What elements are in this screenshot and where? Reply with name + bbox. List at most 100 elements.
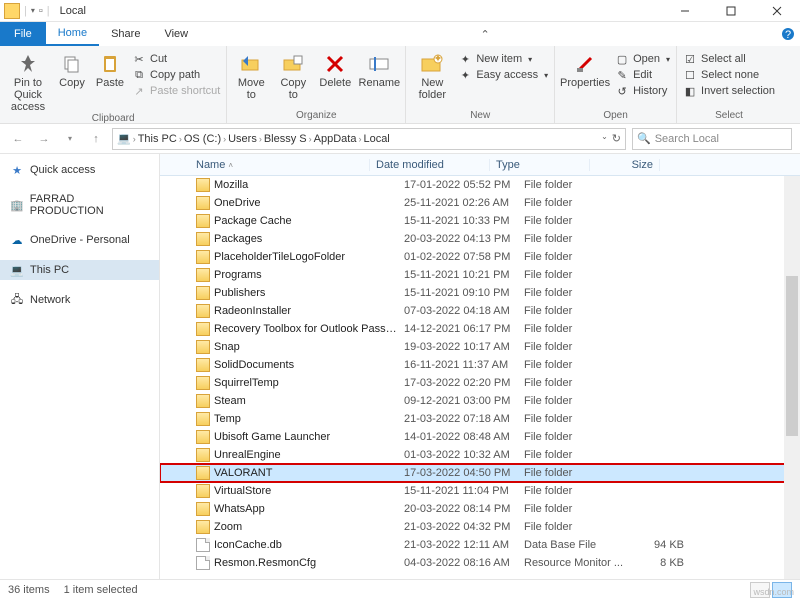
pin-quick-access-button[interactable]: Pin to Quick access <box>6 50 50 113</box>
table-row[interactable]: Temp 21-03-2022 07:18 AM File folder <box>160 410 800 428</box>
table-row[interactable]: VirtualStore 15-11-2021 11:04 PM File fo… <box>160 482 800 500</box>
breadcrumb-seg[interactable]: This PC› <box>138 133 182 145</box>
table-row[interactable]: Mozilla 17-01-2022 05:52 PM File folder <box>160 176 800 194</box>
collapse-ribbon-icon[interactable]: ⌃ <box>480 28 489 41</box>
cut-button[interactable]: ✂Cut <box>132 52 220 66</box>
breadcrumb-seg[interactable]: Users› <box>228 133 262 145</box>
maximize-button[interactable] <box>708 0 754 22</box>
file-name: Publishers <box>214 287 404 299</box>
col-type[interactable]: Type <box>490 159 590 171</box>
table-row[interactable]: RadeonInstaller 07-03-2022 04:18 AM File… <box>160 302 800 320</box>
nav-quick-access[interactable]: ★Quick access <box>0 160 159 180</box>
col-name[interactable]: Name ˄ <box>160 159 370 171</box>
title-bar: | ▾ ▫ | Local <box>0 0 800 22</box>
breadcrumb-seg[interactable]: Blessy S› <box>264 133 312 145</box>
content-area: ★Quick access 🏢FARRAD PRODUCTION ☁OneDri… <box>0 154 800 579</box>
scrollbar-thumb[interactable] <box>786 276 798 436</box>
table-row[interactable]: Resmon.ResmonCfg 04-03-2022 08:16 AM Res… <box>160 554 800 572</box>
easy-access-button[interactable]: ✦Easy access▾ <box>458 68 548 82</box>
invert-selection-button[interactable]: ◧Invert selection <box>683 84 775 98</box>
view-tab[interactable]: View <box>152 22 200 46</box>
copy-button[interactable]: Copy <box>56 50 88 89</box>
help-icon[interactable]: ? <box>776 22 800 46</box>
table-row[interactable]: Snap 19-03-2022 10:17 AM File folder <box>160 338 800 356</box>
table-row[interactable]: WhatsApp 20-03-2022 08:14 PM File folder <box>160 500 800 518</box>
open-button[interactable]: ▢Open▾ <box>615 52 670 66</box>
file-type: File folder <box>524 215 624 227</box>
share-tab[interactable]: Share <box>99 22 152 46</box>
new-item-button[interactable]: ✦New item▾ <box>458 52 548 66</box>
table-row[interactable]: IconCache.db 21-03-2022 12:11 AM Data Ba… <box>160 536 800 554</box>
qat-overflow[interactable]: ▫ <box>39 5 43 17</box>
new-folder-button[interactable]: ✦New folder <box>412 50 452 101</box>
select-none-button[interactable]: ☐Select none <box>683 68 775 82</box>
history-button[interactable]: ↺History <box>615 84 670 98</box>
close-button[interactable] <box>754 0 800 22</box>
table-row[interactable]: Recovery Toolbox for Outlook Password 14… <box>160 320 800 338</box>
edit-button[interactable]: ✎Edit <box>615 68 670 82</box>
home-tab[interactable]: Home <box>46 22 99 46</box>
nav-network[interactable]: 🖧Network <box>0 290 159 310</box>
folder-icon <box>196 268 210 282</box>
breadcrumb[interactable]: 💻 › This PC› OS (C:)› Users› Blessy S› A… <box>112 128 626 150</box>
file-date: 15-11-2021 09:10 PM <box>404 287 524 299</box>
minimize-button[interactable] <box>662 0 708 22</box>
move-to-button[interactable]: Move to <box>233 50 269 101</box>
paste-shortcut-button[interactable]: ↗Paste shortcut <box>132 84 220 98</box>
table-row[interactable]: Steam 09-12-2021 03:00 PM File folder <box>160 392 800 410</box>
breadcrumb-seg[interactable]: Local <box>363 133 389 145</box>
file-name: WhatsApp <box>214 503 404 515</box>
table-row[interactable]: Ubisoft Game Launcher 14-01-2022 08:48 A… <box>160 428 800 446</box>
file-tab[interactable]: File <box>0 22 46 46</box>
nav-onedrive[interactable]: ☁OneDrive - Personal <box>0 230 159 250</box>
table-row[interactable]: SolidDocuments 16-11-2021 11:37 AM File … <box>160 356 800 374</box>
open-icon: ▢ <box>615 52 629 66</box>
refresh-button[interactable]: ↻ <box>612 132 621 145</box>
file-date: 21-03-2022 12:11 AM <box>404 539 524 551</box>
table-row[interactable]: OneDrive 25-11-2021 02:26 AM File folder <box>160 194 800 212</box>
table-row[interactable]: Programs 15-11-2021 10:21 PM File folder <box>160 266 800 284</box>
file-type: File folder <box>524 503 624 515</box>
scrollbar[interactable] <box>784 176 800 579</box>
breadcrumb-seg[interactable]: AppData› <box>314 133 362 145</box>
status-selected-count: 1 item selected <box>64 584 138 596</box>
select-all-button[interactable]: ☑Select all <box>683 52 775 66</box>
file-date: 15-11-2021 10:21 PM <box>404 269 524 281</box>
nav-farrad[interactable]: 🏢FARRAD PRODUCTION <box>0 190 159 220</box>
file-type: File folder <box>524 323 624 335</box>
col-size[interactable]: Size <box>590 159 660 171</box>
file-name: VirtualStore <box>214 485 404 497</box>
forward-button[interactable]: → <box>34 129 54 149</box>
table-row[interactable]: Package Cache 15-11-2021 10:33 PM File f… <box>160 212 800 230</box>
file-name: Recovery Toolbox for Outlook Password <box>214 323 404 335</box>
copy-to-button[interactable]: Copy to <box>275 50 311 101</box>
col-date[interactable]: Date modified <box>370 159 490 171</box>
qat-dropdown-icon[interactable]: ▾ <box>31 6 35 15</box>
file-name: Steam <box>214 395 404 407</box>
back-button[interactable]: ← <box>8 129 28 149</box>
table-row[interactable]: SquirrelTemp 17-03-2022 02:20 PM File fo… <box>160 374 800 392</box>
nav-this-pc[interactable]: 💻This PC <box>0 260 159 280</box>
recent-locations-button[interactable]: ▾ <box>60 129 80 149</box>
table-row[interactable]: UnrealEngine 01-03-2022 10:32 AM File fo… <box>160 446 800 464</box>
paste-button[interactable]: Paste <box>94 50 126 89</box>
copy-path-button[interactable]: ⧉Copy path <box>132 68 220 82</box>
up-button[interactable]: ↑ <box>86 129 106 149</box>
folder-icon <box>196 196 210 210</box>
rename-button[interactable]: Rename <box>359 50 399 89</box>
properties-button[interactable]: Properties <box>561 50 609 89</box>
breadcrumb-seg[interactable]: OS (C:)› <box>184 133 226 145</box>
table-row[interactable]: Zoom 21-03-2022 04:32 PM File folder <box>160 518 800 536</box>
search-icon: 🔍 <box>637 132 651 145</box>
file-name: PlaceholderTileLogoFolder <box>214 251 404 263</box>
delete-button[interactable]: Delete <box>317 50 353 89</box>
table-row[interactable]: VALORANT 17-03-2022 04:50 PM File folder <box>160 464 800 482</box>
table-row[interactable]: PlaceholderTileLogoFolder 01-02-2022 07:… <box>160 248 800 266</box>
table-row[interactable]: Publishers 15-11-2021 09:10 PM File fold… <box>160 284 800 302</box>
file-name: Mozilla <box>214 179 404 191</box>
search-input[interactable]: 🔍 Search Local <box>632 128 792 150</box>
table-row[interactable]: Packages 20-03-2022 04:13 PM File folder <box>160 230 800 248</box>
file-date: 15-11-2021 11:04 PM <box>404 485 524 497</box>
file-rows[interactable]: Mozilla 17-01-2022 05:52 PM File folder … <box>160 176 800 579</box>
breadcrumb-dropdown-icon[interactable]: ⌄ <box>601 132 608 145</box>
